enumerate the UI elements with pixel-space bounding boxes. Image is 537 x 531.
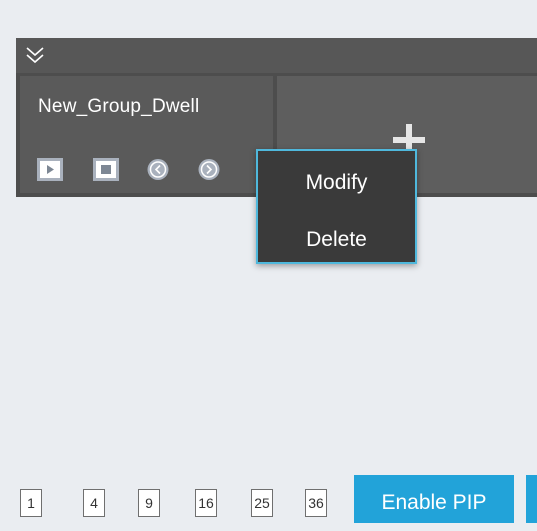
double-chevron-down-icon[interactable] [24,44,46,66]
partial-button[interactable] [526,475,537,523]
split-1-button[interactable]: 1 [20,489,42,517]
split-16-button[interactable]: 16 [195,489,217,517]
play-button[interactable] [37,158,63,181]
delete-menu-item[interactable]: Delete [258,228,415,252]
next-icon [198,159,220,180]
previous-button[interactable] [145,158,171,181]
previous-icon [147,159,169,180]
group-card[interactable]: New_Group_Dwell [20,76,273,193]
next-button[interactable] [196,158,222,181]
modify-menu-item[interactable]: Modify [258,171,415,195]
split-36-button[interactable]: 36 [305,489,327,517]
stop-icon [96,161,116,178]
split-4-button[interactable]: 4 [83,489,105,517]
context-menu: Modify Delete [256,149,417,264]
stop-button[interactable] [93,158,119,181]
enable-pip-button[interactable]: Enable PIP [354,475,514,523]
split-9-button[interactable]: 9 [138,489,160,517]
group-name: New_Group_Dwell [38,96,200,117]
split-25-button[interactable]: 25 [251,489,273,517]
top-toolbar [16,38,537,73]
play-icon [40,161,60,178]
